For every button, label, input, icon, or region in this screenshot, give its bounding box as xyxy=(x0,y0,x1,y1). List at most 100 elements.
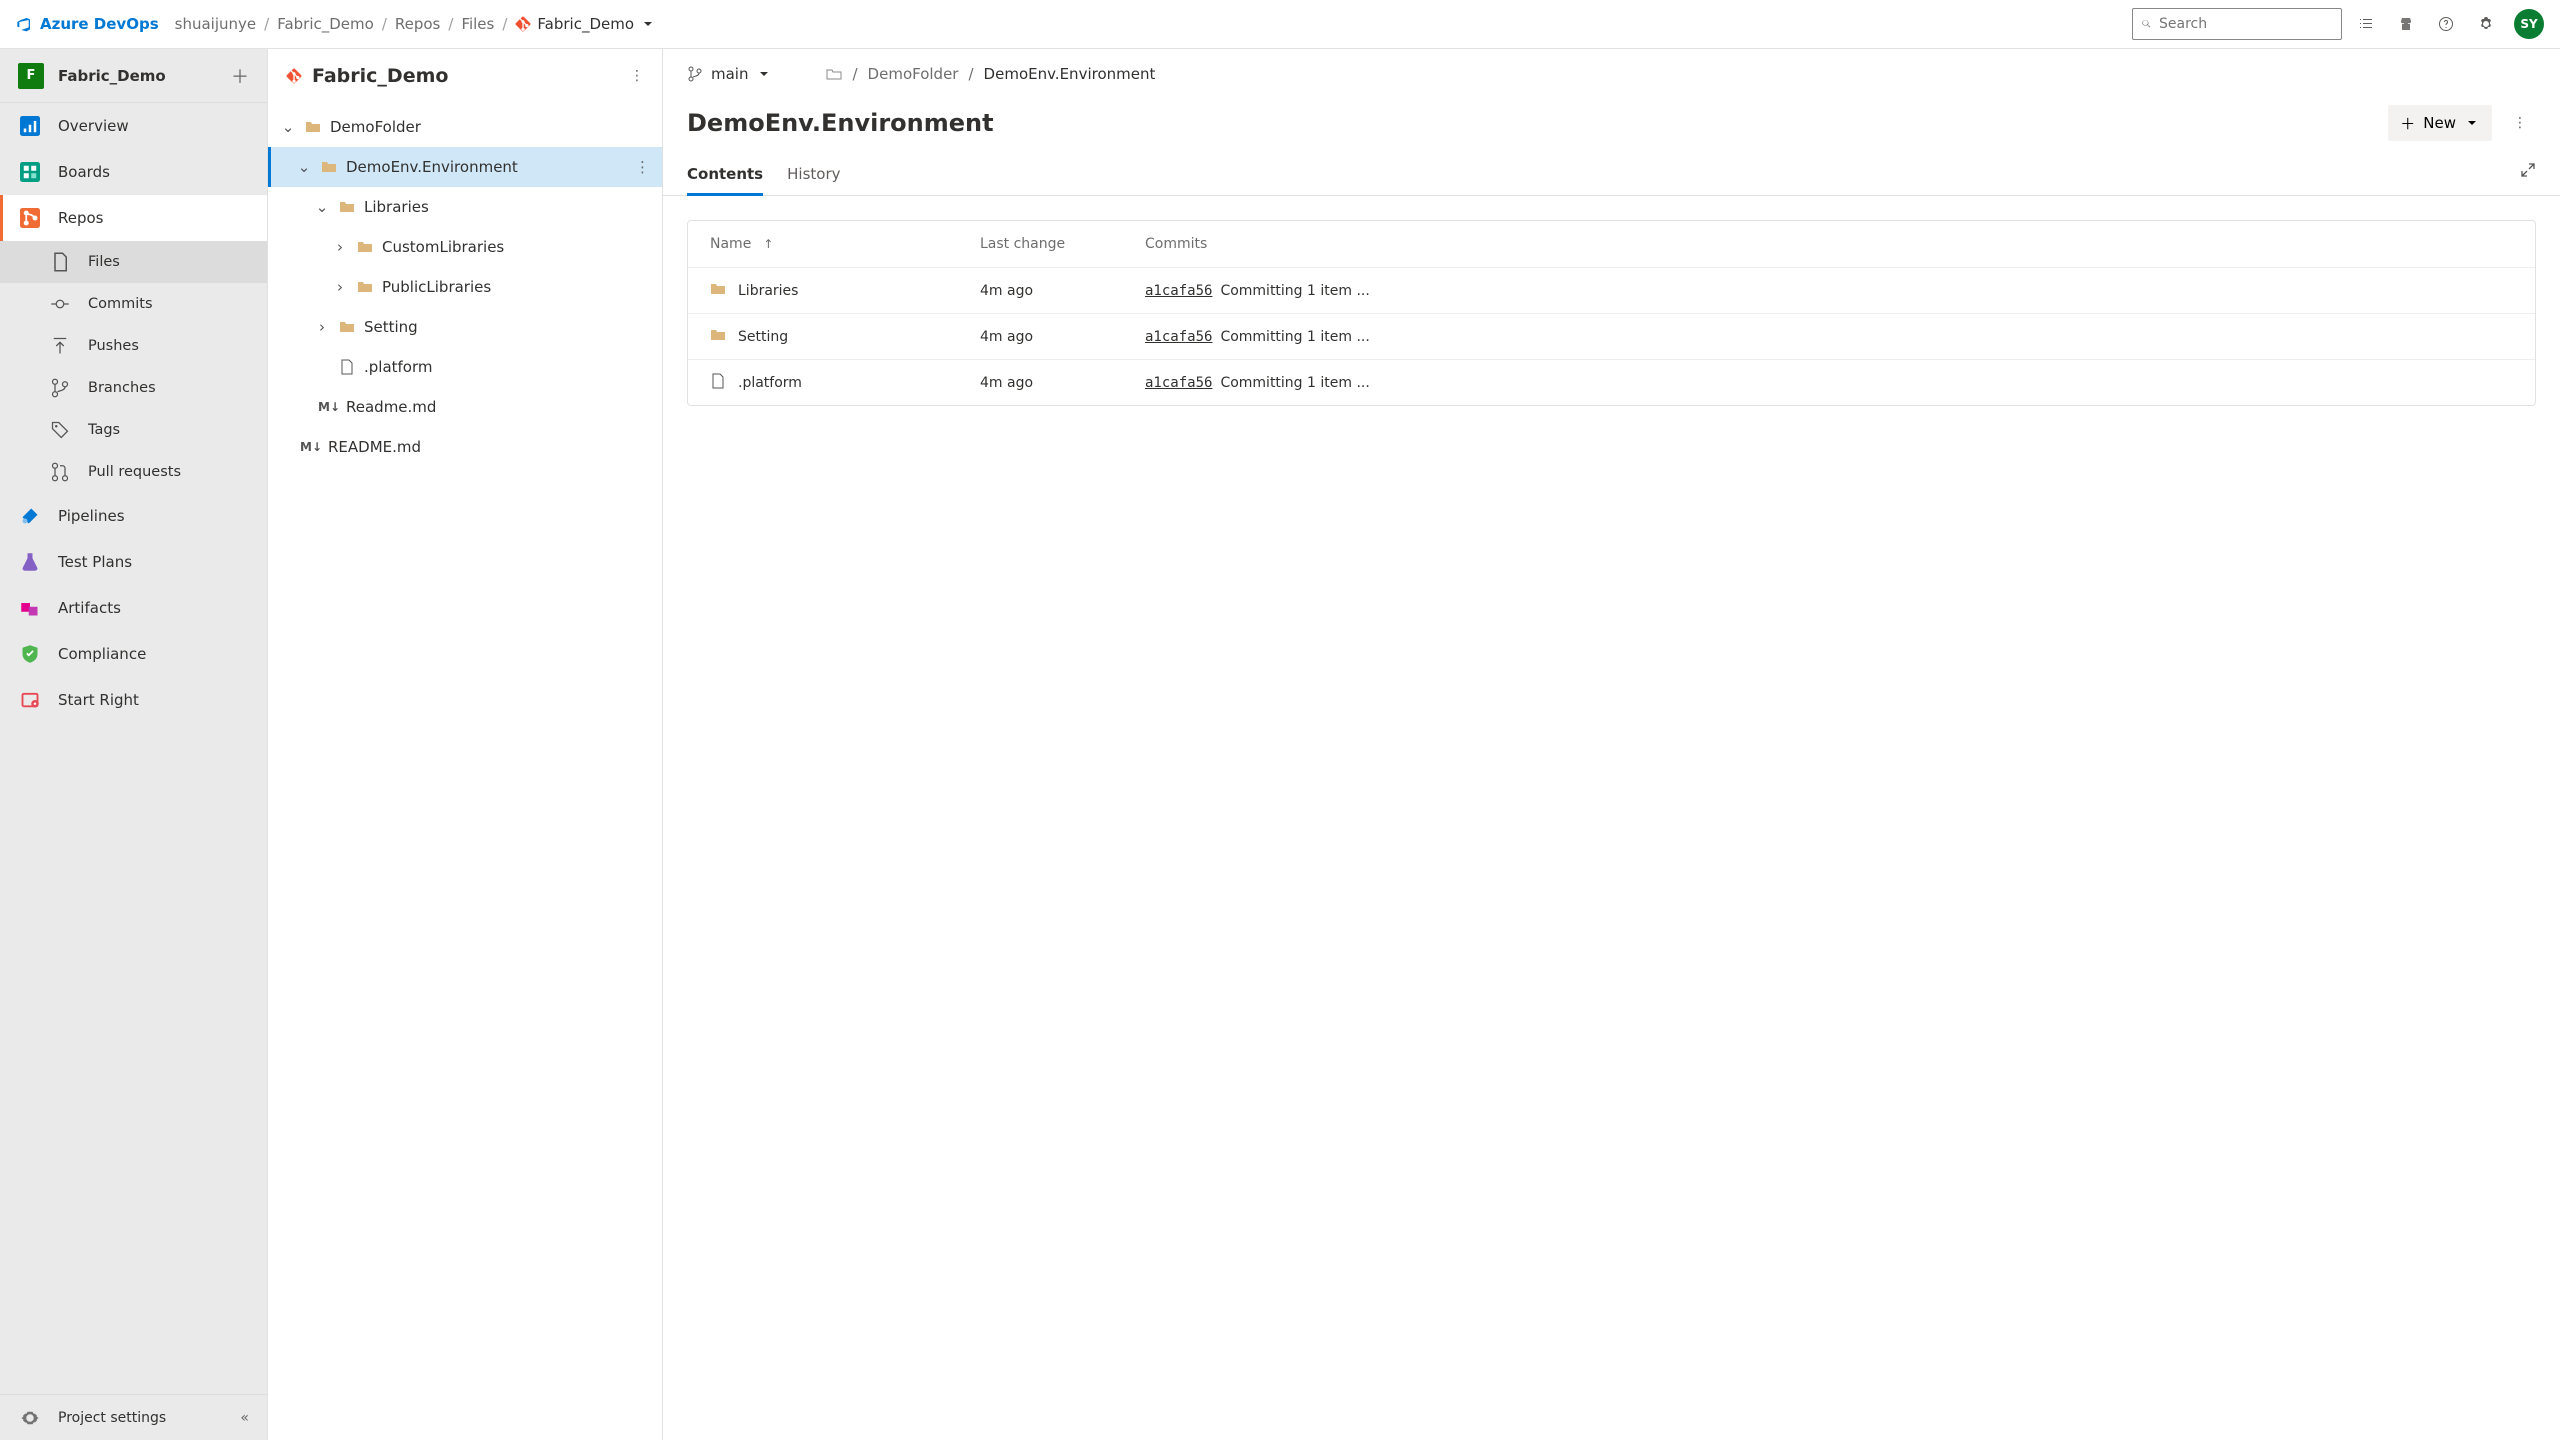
folder-icon xyxy=(339,319,355,335)
tab-contents[interactable]: Contents xyxy=(687,157,763,195)
git-repo-icon xyxy=(286,68,302,84)
marketplace-icon[interactable] xyxy=(2390,8,2422,40)
project-header[interactable]: F Fabric_Demo ＋ xyxy=(0,49,267,103)
crumb-sub[interactable]: Files xyxy=(461,15,494,33)
nav-commits[interactable]: Commits xyxy=(0,283,267,325)
compliance-icon xyxy=(20,644,40,664)
azure-devops-logo[interactable]: Azure DevOps xyxy=(16,15,159,33)
collapse-nav-icon[interactable]: « xyxy=(240,1410,249,1426)
row-commit-hash[interactable]: a1cafa56 xyxy=(1145,329,1212,345)
tree-node-customlibraries[interactable]: ›CustomLibraries xyxy=(268,227,662,267)
chevron-right-icon: › xyxy=(314,318,330,336)
left-nav: F Fabric_Demo ＋ Overview Boards Repos Fi… xyxy=(0,49,268,1440)
search-input[interactable] xyxy=(2159,16,2333,32)
table-row[interactable]: .platform4m agoa1cafa56Committing 1 item… xyxy=(688,359,2535,405)
brand-label: Azure DevOps xyxy=(40,15,159,33)
nav-files[interactable]: Files xyxy=(0,241,267,283)
chevron-down-icon xyxy=(756,66,772,82)
tree-node-platform-file[interactable]: .platform xyxy=(268,347,662,387)
branch-icon xyxy=(687,66,703,82)
nav-project-settings[interactable]: Project settings « xyxy=(0,1394,267,1440)
branches-icon xyxy=(50,378,70,398)
row-commit-hash[interactable]: a1cafa56 xyxy=(1145,375,1212,391)
folder-icon xyxy=(339,199,355,215)
nav-pull-requests[interactable]: Pull requests xyxy=(0,451,267,493)
nav-test-plans[interactable]: Test Plans xyxy=(0,539,267,585)
crumb-repo-selector[interactable]: Fabric_Demo xyxy=(515,15,656,33)
search-box[interactable] xyxy=(2132,8,2342,40)
project-icon: F xyxy=(18,63,44,89)
chevron-down-icon xyxy=(640,16,656,32)
nav-start-right[interactable]: Start Right xyxy=(0,677,267,723)
tree-node-publiclibraries[interactable]: ›PublicLibraries xyxy=(268,267,662,307)
gear-icon xyxy=(20,1408,40,1428)
path-current: DemoEnv.Environment xyxy=(984,65,1156,83)
pipelines-icon xyxy=(20,506,40,526)
file-tree-panel: Fabric_Demo ⋮ ⌄DemoFolder ⌄DemoEnv.Envir… xyxy=(268,49,663,1440)
file-icon xyxy=(339,359,355,375)
sort-asc-icon: ↑ xyxy=(763,237,773,251)
tags-icon xyxy=(50,420,70,440)
tree-node-readme-upper[interactable]: M↓README.md xyxy=(268,427,662,467)
new-button[interactable]: ＋ New xyxy=(2388,105,2492,141)
table-row[interactable]: Setting4m agoa1cafa56Committing 1 item .… xyxy=(688,313,2535,359)
search-icon xyxy=(2141,16,2151,32)
settings-icon[interactable] xyxy=(2470,8,2502,40)
col-commits[interactable]: Commits xyxy=(1145,236,2513,252)
file-icon xyxy=(710,373,726,393)
col-last-change[interactable]: Last change xyxy=(980,236,1135,252)
folder-icon xyxy=(357,239,373,255)
git-repo-icon xyxy=(515,16,531,32)
folder-icon xyxy=(305,119,321,135)
help-icon[interactable] xyxy=(2430,8,2462,40)
folder-icon xyxy=(357,279,373,295)
nav-pipelines[interactable]: Pipelines xyxy=(0,493,267,539)
start-right-icon xyxy=(20,690,40,710)
user-avatar[interactable]: SY xyxy=(2514,9,2544,39)
nav-tags[interactable]: Tags xyxy=(0,409,267,451)
chevron-right-icon: › xyxy=(332,278,348,296)
markdown-icon: M↓ xyxy=(302,438,320,456)
folder-icon xyxy=(710,281,726,301)
path-demofolder[interactable]: DemoFolder xyxy=(868,65,959,83)
fullscreen-icon[interactable] xyxy=(2520,162,2536,182)
test-plans-icon xyxy=(20,552,40,572)
chevron-down-icon: ⌄ xyxy=(280,118,296,136)
content-panel: main / DemoFolder / DemoEnv.Environment … xyxy=(663,49,2560,1440)
markdown-icon: M↓ xyxy=(320,398,338,416)
folder-title: DemoEnv.Environment xyxy=(687,109,2376,137)
nav-overview[interactable]: Overview xyxy=(0,103,267,149)
tab-history[interactable]: History xyxy=(787,157,840,195)
crumb-org[interactable]: shuaijunye xyxy=(175,15,256,33)
tree-node-readme-lower[interactable]: M↓Readme.md xyxy=(268,387,662,427)
repos-icon xyxy=(20,208,40,228)
artifacts-icon xyxy=(20,598,40,618)
tree-node-more-icon[interactable]: ⋮ xyxy=(635,158,650,176)
nav-pushes[interactable]: Pushes xyxy=(0,325,267,367)
tree-node-demofolder[interactable]: ⌄DemoFolder xyxy=(268,107,662,147)
nav-boards[interactable]: Boards xyxy=(0,149,267,195)
nav-branches[interactable]: Branches xyxy=(0,367,267,409)
row-commit-hash[interactable]: a1cafa56 xyxy=(1145,283,1212,299)
crumb-section[interactable]: Repos xyxy=(395,15,441,33)
tree-node-demoenv[interactable]: ⌄DemoEnv.Environment⋮ xyxy=(268,147,662,187)
tree-node-libraries[interactable]: ⌄Libraries xyxy=(268,187,662,227)
nav-compliance[interactable]: Compliance xyxy=(0,631,267,677)
nav-artifacts[interactable]: Artifacts xyxy=(0,585,267,631)
row-filename: Libraries xyxy=(738,283,798,299)
table-row[interactable]: Libraries4m agoa1cafa56Committing 1 item… xyxy=(688,267,2535,313)
content-more-icon[interactable]: ⋮ xyxy=(2504,107,2536,139)
work-items-icon[interactable] xyxy=(2350,8,2382,40)
folder-outline-icon xyxy=(826,66,842,82)
tree-node-setting[interactable]: ›Setting xyxy=(268,307,662,347)
folder-icon xyxy=(710,327,726,347)
nav-repos[interactable]: Repos xyxy=(0,195,267,241)
crumb-project[interactable]: Fabric_Demo xyxy=(277,15,374,33)
branch-selector[interactable]: main xyxy=(687,65,772,83)
col-name[interactable]: Name ↑ xyxy=(710,236,970,252)
tree-repo-more-icon[interactable]: ⋮ xyxy=(630,68,644,84)
tree-repo-name[interactable]: Fabric_Demo xyxy=(312,65,620,87)
chevron-down-icon xyxy=(2464,115,2480,131)
add-project-icon[interactable]: ＋ xyxy=(231,63,249,89)
chevron-right-icon: › xyxy=(332,238,348,256)
